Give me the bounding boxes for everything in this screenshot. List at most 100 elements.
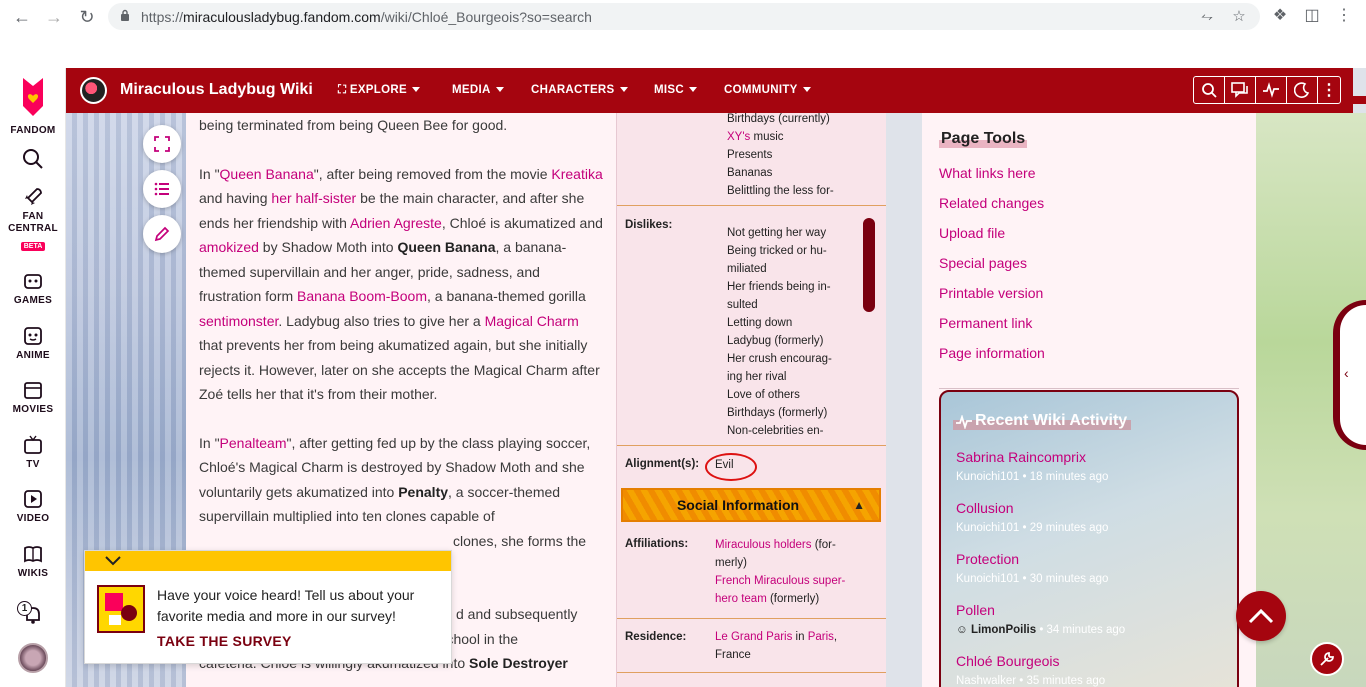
link-banana-boom-boom[interactable]: Banana Boom-Boom bbox=[297, 288, 427, 304]
chevron-up-icon bbox=[1248, 608, 1274, 624]
link-special-pages[interactable]: Special pages bbox=[939, 255, 1027, 271]
link-magical-charm[interactable]: Magical Charm bbox=[485, 313, 579, 329]
anime-link[interactable]: ANIME bbox=[0, 325, 66, 362]
paragraph-queen-banana: In "Queen Banana", after being removed f… bbox=[199, 165, 603, 403]
reload-icon[interactable]: ↻ bbox=[76, 6, 98, 28]
forward-icon[interactable]: → bbox=[43, 6, 65, 28]
activity-item-link[interactable]: Chloé Bourgeois bbox=[956, 653, 1060, 669]
table-of-contents-button[interactable] bbox=[143, 170, 181, 208]
side-panel-icon[interactable]: ◫ bbox=[1302, 6, 1322, 26]
back-icon[interactable]: ← bbox=[11, 6, 33, 28]
social-information-header[interactable]: Social Information ▲ bbox=[621, 488, 881, 522]
activity-item-link[interactable]: Pollen bbox=[956, 602, 995, 618]
red-circle-annotation bbox=[705, 453, 757, 481]
paragraph: being terminated from being Queen Bee fo… bbox=[199, 117, 508, 133]
fandom-home-link[interactable]: FANDOM bbox=[0, 76, 66, 137]
link-queen-banana[interactable]: Queen Banana bbox=[220, 166, 314, 182]
header-search-button[interactable] bbox=[1194, 77, 1225, 103]
browser-menu-icon[interactable]: ⋮ bbox=[1334, 6, 1354, 26]
header-tools: ⋮ bbox=[1193, 76, 1341, 104]
admin-tools-button[interactable] bbox=[1310, 642, 1344, 676]
bookmark-star-icon[interactable]: ☆ bbox=[1230, 8, 1248, 26]
share-icon[interactable]: ⥊ bbox=[1198, 8, 1216, 26]
page-tools-title: Page Tools bbox=[939, 130, 1028, 148]
film-icon bbox=[24, 382, 42, 399]
chevron-down-icon bbox=[619, 87, 628, 93]
activity-item-meta: Kunoichi101 • 30 minutes ago bbox=[956, 573, 1109, 585]
video-link[interactable]: VIDEO bbox=[0, 488, 66, 525]
gamepad-icon bbox=[24, 274, 42, 289]
survey-popup: Have your voice heard! Tell us about you… bbox=[84, 550, 452, 664]
chevron-down-icon bbox=[688, 87, 697, 93]
infobox-row-next bbox=[617, 672, 886, 687]
link-related-changes[interactable]: Related changes bbox=[939, 195, 1044, 211]
nav-explore[interactable]: ⛶ EXPLORE bbox=[338, 84, 420, 97]
chevron-down-icon bbox=[105, 556, 121, 566]
recent-activity-module: Recent Wiki Activity Sabrina Raincomprix… bbox=[939, 390, 1239, 687]
theme-toggle-button[interactable] bbox=[1287, 77, 1318, 103]
more-options-button[interactable]: ⋮ bbox=[1318, 77, 1340, 103]
wikis-link[interactable]: WIKIS bbox=[0, 543, 66, 580]
link-le-grand-paris[interactable]: Le Grand Paris bbox=[715, 631, 792, 643]
wiki-title[interactable]: Miraculous Ladybug Wiki bbox=[120, 81, 313, 99]
link-kreatika[interactable]: Kreatika bbox=[551, 166, 602, 182]
link-upload-file[interactable]: Upload file bbox=[939, 225, 1005, 241]
extensions-puzzle-icon[interactable]: ❖ bbox=[1270, 6, 1290, 26]
recent-activity-button[interactable] bbox=[1256, 77, 1287, 103]
activity-item-link[interactable]: Protection bbox=[956, 551, 1019, 567]
link-amokized[interactable]: amokized bbox=[199, 239, 259, 255]
nav-media[interactable]: MEDIA bbox=[452, 84, 504, 96]
link-paris[interactable]: Paris bbox=[808, 631, 834, 643]
pencil-icon bbox=[154, 226, 170, 242]
tv-icon bbox=[24, 435, 42, 454]
games-link[interactable]: GAMES bbox=[0, 270, 66, 307]
fullscreen-button[interactable] bbox=[143, 125, 181, 163]
infobox-row-dislikes: Dislikes: Not getting her way Being tric… bbox=[617, 205, 886, 445]
wiki-logo[interactable] bbox=[80, 77, 107, 104]
survey-illustration bbox=[97, 585, 145, 633]
link-french-miraculous-team[interactable]: French Miraculous super- bbox=[715, 575, 845, 587]
link-xy[interactable]: XY's bbox=[727, 131, 750, 143]
notifications-button[interactable]: 1 bbox=[0, 601, 66, 629]
nav-misc[interactable]: MISC bbox=[654, 84, 697, 96]
lock-icon bbox=[121, 9, 129, 21]
movies-link[interactable]: MOVIES bbox=[0, 379, 66, 416]
book-icon bbox=[24, 546, 42, 563]
address-bar[interactable]: https://miraculousladybug.fandom.com/wik… bbox=[108, 3, 1260, 30]
nav-characters[interactable]: CHARACTERS bbox=[531, 84, 628, 96]
link-penalteam[interactable]: Penalteam bbox=[220, 435, 287, 451]
tv-link[interactable]: TV bbox=[0, 434, 66, 471]
wrench-icon bbox=[1320, 652, 1334, 666]
take-survey-link[interactable]: TAKE THE SURVEY bbox=[157, 633, 292, 649]
dislikes-scrollbar-thumb[interactable] bbox=[863, 218, 875, 312]
chevron-left-icon: ‹ bbox=[1344, 365, 1349, 381]
nav-community[interactable]: COMMUNITY bbox=[724, 84, 811, 96]
user-avatar-icon: ☺ bbox=[956, 624, 968, 636]
link-half-sister[interactable]: her half-sister bbox=[271, 190, 356, 206]
link-sentimonster[interactable]: sentimonster bbox=[199, 313, 278, 329]
link-what-links-here[interactable]: What links here bbox=[939, 165, 1035, 181]
activity-item-link[interactable]: Collusion bbox=[956, 500, 1014, 516]
link-page-information[interactable]: Page information bbox=[939, 345, 1045, 361]
character-infobox: Birthdays (currently) XY's music Present… bbox=[616, 113, 886, 687]
scroll-to-top-button[interactable] bbox=[1236, 591, 1286, 641]
activity-item-link[interactable]: Sabrina Raincomprix bbox=[956, 449, 1086, 465]
user-avatar[interactable] bbox=[18, 643, 48, 673]
discussions-button[interactable] bbox=[1225, 77, 1256, 103]
infobox-row-affiliations: Affiliations: Miraculous holders (for- m… bbox=[625, 538, 846, 605]
link-printable-version[interactable]: Printable version bbox=[939, 285, 1043, 301]
activity-item-meta: Kunoichi101 • 18 minutes ago bbox=[956, 471, 1109, 483]
link-miraculous-holders[interactable]: Miraculous holders bbox=[715, 539, 812, 551]
dislikes-list[interactable]: Not getting her way Being tricked or hu-… bbox=[727, 224, 832, 440]
side-panel-toggle[interactable]: ‹ bbox=[1340, 305, 1366, 445]
search-button[interactable] bbox=[0, 148, 66, 173]
link-adrien-agreste[interactable]: Adrien Agreste bbox=[350, 215, 442, 231]
link-hero-team[interactable]: hero team bbox=[715, 593, 767, 605]
survey-collapse-bar[interactable] bbox=[85, 551, 451, 571]
edit-button[interactable] bbox=[143, 215, 181, 253]
search-icon bbox=[1202, 83, 1217, 98]
link-permanent-link[interactable]: Permanent link bbox=[939, 315, 1032, 331]
fan-central-link[interactable]: FAN CENTRAL BETA bbox=[0, 186, 66, 253]
activity-item-meta: Nashwalker • 35 minutes ago bbox=[956, 675, 1106, 687]
video-play-icon bbox=[24, 490, 42, 508]
